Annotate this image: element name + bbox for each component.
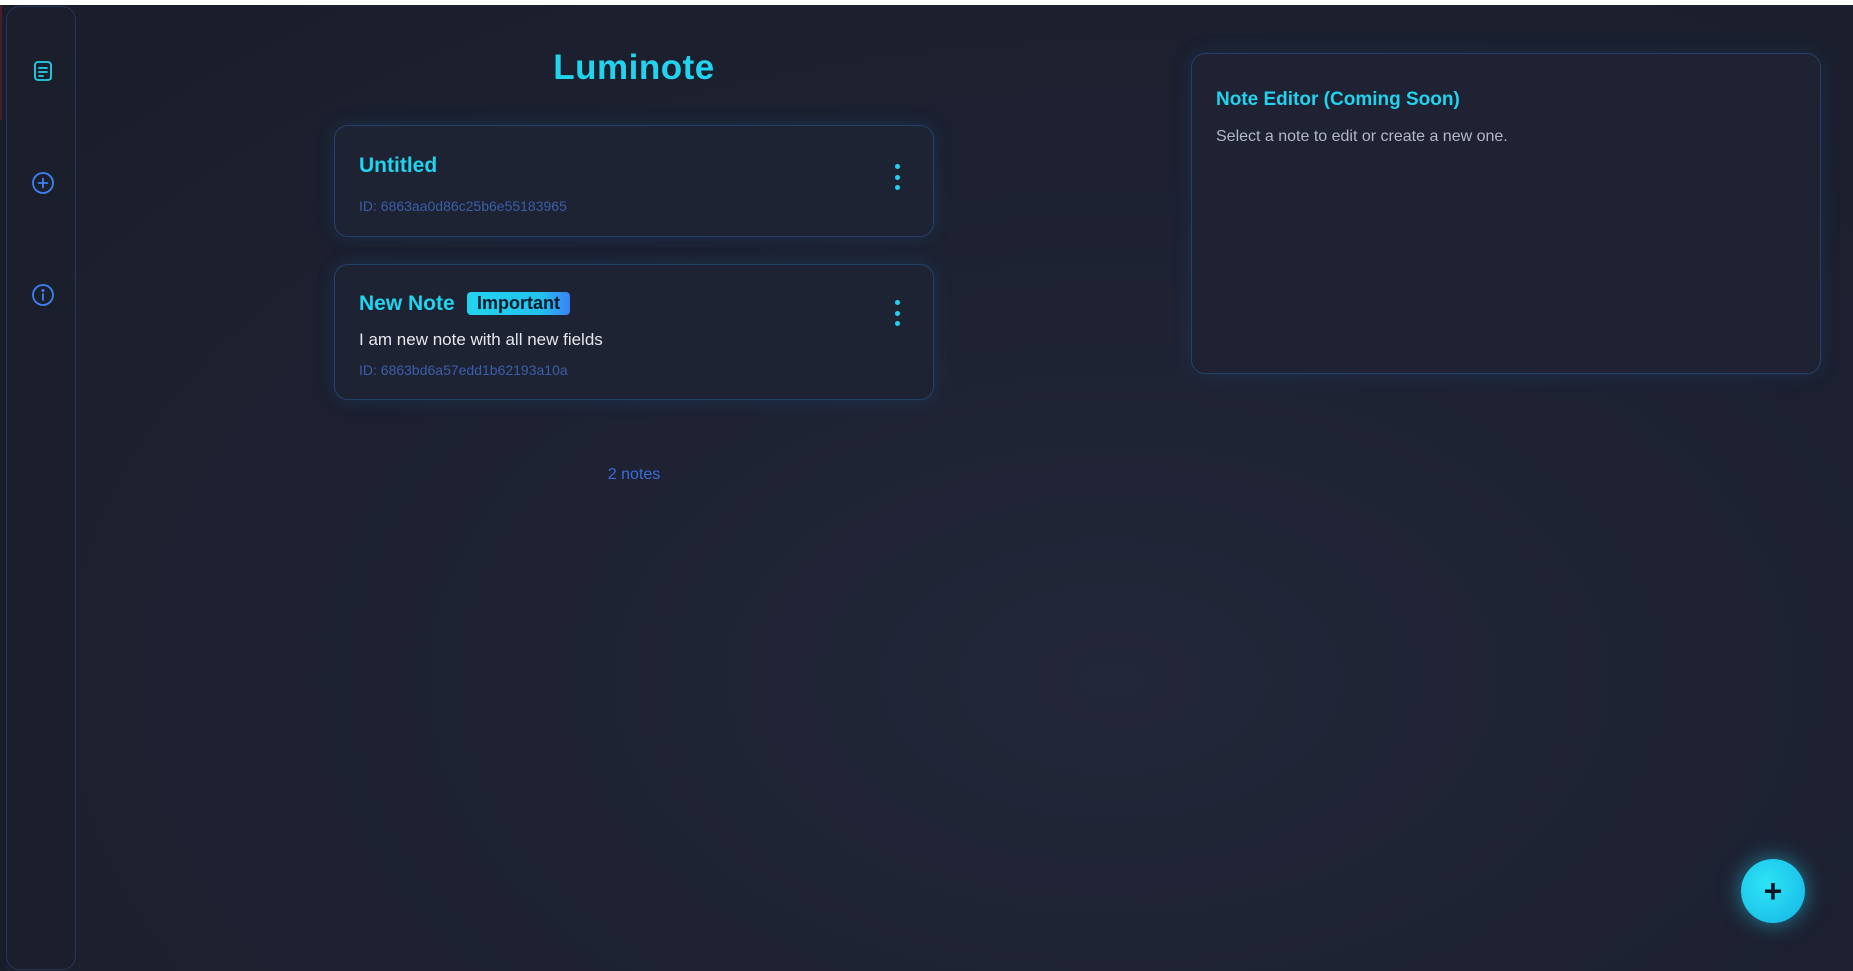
sidebar bbox=[6, 6, 76, 970]
left-edge-accent bbox=[0, 5, 2, 120]
editor-placeholder: Select a note to edit or create a new on… bbox=[1216, 128, 1508, 145]
app-root: Luminote Untitled ID: 6863aa0d86c25b6e55… bbox=[0, 0, 1853, 971]
sidebar-item-info[interactable] bbox=[31, 283, 55, 307]
important-badge: Important bbox=[467, 292, 570, 315]
note-card[interactable]: New Note Important I am new note with al… bbox=[334, 264, 934, 400]
notes-icon bbox=[34, 61, 52, 81]
note-title: New Note bbox=[359, 292, 455, 315]
note-count: 2 notes bbox=[607, 466, 661, 483]
add-note-button[interactable]: + bbox=[1741, 859, 1805, 923]
info-icon bbox=[32, 284, 54, 306]
kebab-dot bbox=[894, 321, 900, 326]
kebab-dot bbox=[894, 185, 900, 190]
note-card[interactable]: Untitled ID: 6863aa0d86c25b6e55183965 bbox=[334, 125, 934, 237]
note-editor-panel: Note Editor (Coming Soon) Select a note … bbox=[1191, 53, 1821, 374]
kebab-dot bbox=[894, 174, 900, 180]
note-id: ID: 6863bd6a57edd1b62193a10a bbox=[359, 362, 568, 378]
page-title: Luminote bbox=[553, 48, 715, 87]
sidebar-item-new-note[interactable] bbox=[31, 171, 55, 195]
kebab-dot bbox=[894, 310, 900, 316]
note-menu-button[interactable] bbox=[893, 300, 901, 326]
note-menu-button[interactable] bbox=[893, 164, 901, 190]
top-strip bbox=[0, 0, 1853, 5]
kebab-dot bbox=[894, 164, 900, 169]
sidebar-item-notes[interactable] bbox=[31, 59, 55, 83]
plus-circle-icon bbox=[32, 172, 54, 194]
kebab-dot bbox=[894, 300, 900, 305]
note-title: Untitled bbox=[359, 154, 438, 177]
note-id: ID: 6863aa0d86c25b6e55183965 bbox=[359, 198, 567, 214]
note-body: I am new note with all new fields bbox=[359, 330, 603, 349]
editor-title: Note Editor (Coming Soon) bbox=[1216, 89, 1460, 110]
